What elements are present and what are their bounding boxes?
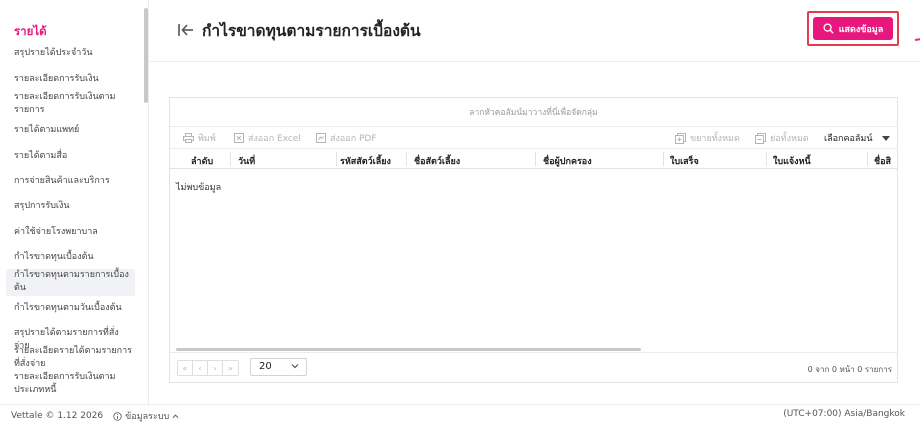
printer-icon [183, 133, 194, 143]
version-text: Vettale © 1.12 2026 [11, 411, 104, 421]
sidebar-item-income-by-doctor[interactable]: รายได้ตามแพทย์ [14, 124, 134, 137]
collapse-left-icon[interactable] [177, 20, 195, 40]
excel-icon [234, 133, 244, 143]
sidebar-item-basic-profit-loss[interactable]: กำไรขาดทุนเบื้องต้น [14, 251, 134, 264]
caret-down-icon [882, 135, 891, 141]
sidebar-item-profit-loss-by-item[interactable]: กำไรขาดทุนตามรายการเบื้องต้น [6, 269, 135, 296]
column-header-pet-code[interactable]: รหัสสัตว์เลี้ยง [340, 154, 391, 168]
expand-icon [675, 132, 686, 144]
sidebar-item-income-by-media[interactable]: รายได้ตามสื่อ [14, 150, 134, 163]
export-pdf-label: ส่งออก PDF [330, 134, 377, 144]
grid-pager-bar: « ‹ › » 20 0 จาก 0 หน้า 0 รายการ [170, 352, 897, 382]
sidebar-scrollbar[interactable] [144, 8, 148, 103]
chevron-up-icon [172, 414, 179, 419]
last-page-button[interactable]: » [223, 361, 238, 375]
collapse-all-label: ย่อทั้งหมด [770, 134, 809, 144]
timezone-text: (UTC+07:00) Asia/Bangkok [783, 409, 905, 419]
pdf-icon [316, 133, 326, 143]
page-size-select[interactable]: 20 [250, 358, 307, 376]
sidebar-item-profit-loss-by-day[interactable]: กำไรขาดทุนตามวันเบื้องต้น [14, 302, 134, 315]
sidebar-item-income-details-by-order[interactable]: รายละเอียดรายได้ตามรายการที่สั่งจ่าย [14, 345, 134, 371]
sidebar-item-payment-summary[interactable]: สรุปการรับเงิน [14, 200, 134, 213]
chevron-down-icon [291, 364, 299, 369]
next-page-button[interactable]: › [208, 361, 223, 375]
page-size-value: 20 [259, 361, 272, 372]
column-header-owner-name[interactable]: ชื่อผู้ปกครอง [543, 154, 592, 168]
info-icon [113, 411, 122, 421]
system-info-label: ข้อมูลระบบ [125, 412, 170, 422]
grid-toolbar: พิมพ์ ส่งออก Excel ส่งออก PDF ขยายทั้งหม… [170, 127, 897, 149]
export-excel-label: ส่งออก Excel [248, 134, 301, 144]
search-icon [823, 23, 834, 34]
print-label: พิมพ์ [198, 134, 216, 144]
export-excel-button[interactable]: ส่งออก Excel [234, 131, 301, 145]
grid-header-row: ลำดับ วันที่ รหัสสัตว์เลี้ยง ชื่อสัตว์เล… [170, 149, 897, 169]
sidebar-item-hospital-expenses[interactable]: ค่าใช้จ่ายโรงพยาบาล [14, 226, 134, 239]
page-title: กำไรขาดทุนตามรายการเบื้องต้น [202, 22, 421, 40]
annotation-arrow-icon [914, 38, 920, 41]
column-header-date[interactable]: วันที่ [238, 154, 255, 168]
show-data-highlight: แสดงข้อมูล [807, 11, 899, 46]
group-panel[interactable]: ลากหัวคอลัมน์มาวางที่นี่เพื่อจัดกลุ่ม [170, 98, 897, 127]
collapse-icon [755, 132, 766, 144]
pager-buttons: « ‹ › » [177, 360, 239, 376]
expand-all-label: ขยายทั้งหมด [690, 134, 740, 144]
page-header: กำไรขาดทุนตามรายการเบื้องต้น แสดงข้อมูล [150, 0, 920, 62]
show-data-button[interactable]: แสดงข้อมูล [813, 17, 893, 40]
no-data-message: ไม่พบข้อมูล [176, 183, 222, 193]
sidebar-item-payment-details-by-item[interactable]: รายละเอียดการรับเงินตามรายการ [14, 91, 134, 117]
sidebar-section-title: รายได้ [14, 24, 47, 38]
choose-columns-button[interactable]: เลือกคอลัมน์ [824, 131, 891, 145]
system-info-link[interactable]: ข้อมูลระบบ [113, 409, 179, 422]
column-header-receipt[interactable]: ใบเสร็จ [670, 154, 699, 168]
sidebar: รายได้ สรุปรายได้ประจำวัน รายละเอียดการร… [0, 0, 149, 404]
group-panel-text: ลากหัวคอลัมน์มาวางที่นี่เพื่อจัดกลุ่ม [469, 108, 598, 118]
pager-range-text: 0 จาก 0 หน้า 0 รายการ [807, 365, 892, 374]
sidebar-item-daily-income-summary[interactable]: สรุปรายได้ประจำวัน [14, 47, 134, 60]
sidebar-item-goods-services-dispensing[interactable]: การจ่ายสินค้าและบริการ [14, 175, 134, 188]
grid-horizontal-scrollbar[interactable] [176, 348, 641, 351]
show-data-label: แสดงข้อมูล [838, 24, 884, 35]
expand-all-button[interactable]: ขยายทั้งหมด [675, 131, 740, 145]
status-bar: Vettale © 1.12 2026 ข้อมูลระบบ (UTC+07:0… [0, 404, 920, 422]
export-pdf-button[interactable]: ส่งออก PDF [316, 131, 377, 145]
column-header-invoice[interactable]: ใบแจ้งหนี้ [773, 154, 811, 168]
choose-columns-label: เลือกคอลัมน์ [824, 134, 873, 144]
prev-page-button[interactable]: ‹ [193, 361, 208, 375]
sidebar-item-payment-details-by-debt-type[interactable]: รายละเอียดการรับเงินตามประเภทหนี้ [14, 371, 134, 397]
data-grid: ลากหัวคอลัมน์มาวางที่นี่เพื่อจัดกลุ่ม พิ… [169, 97, 898, 383]
sidebar-item-payment-details[interactable]: รายละเอียดการรับเงิน [14, 73, 134, 86]
column-header-pet-name[interactable]: ชื่อสัตว์เลี้ยง [414, 154, 460, 168]
first-page-button[interactable]: « [178, 361, 193, 375]
column-header-order[interactable]: ลำดับ [191, 154, 213, 168]
collapse-all-button[interactable]: ย่อทั้งหมด [755, 131, 809, 145]
print-button[interactable]: พิมพ์ [183, 131, 216, 145]
column-header-product-name[interactable]: ชื่อสิ [874, 154, 891, 168]
